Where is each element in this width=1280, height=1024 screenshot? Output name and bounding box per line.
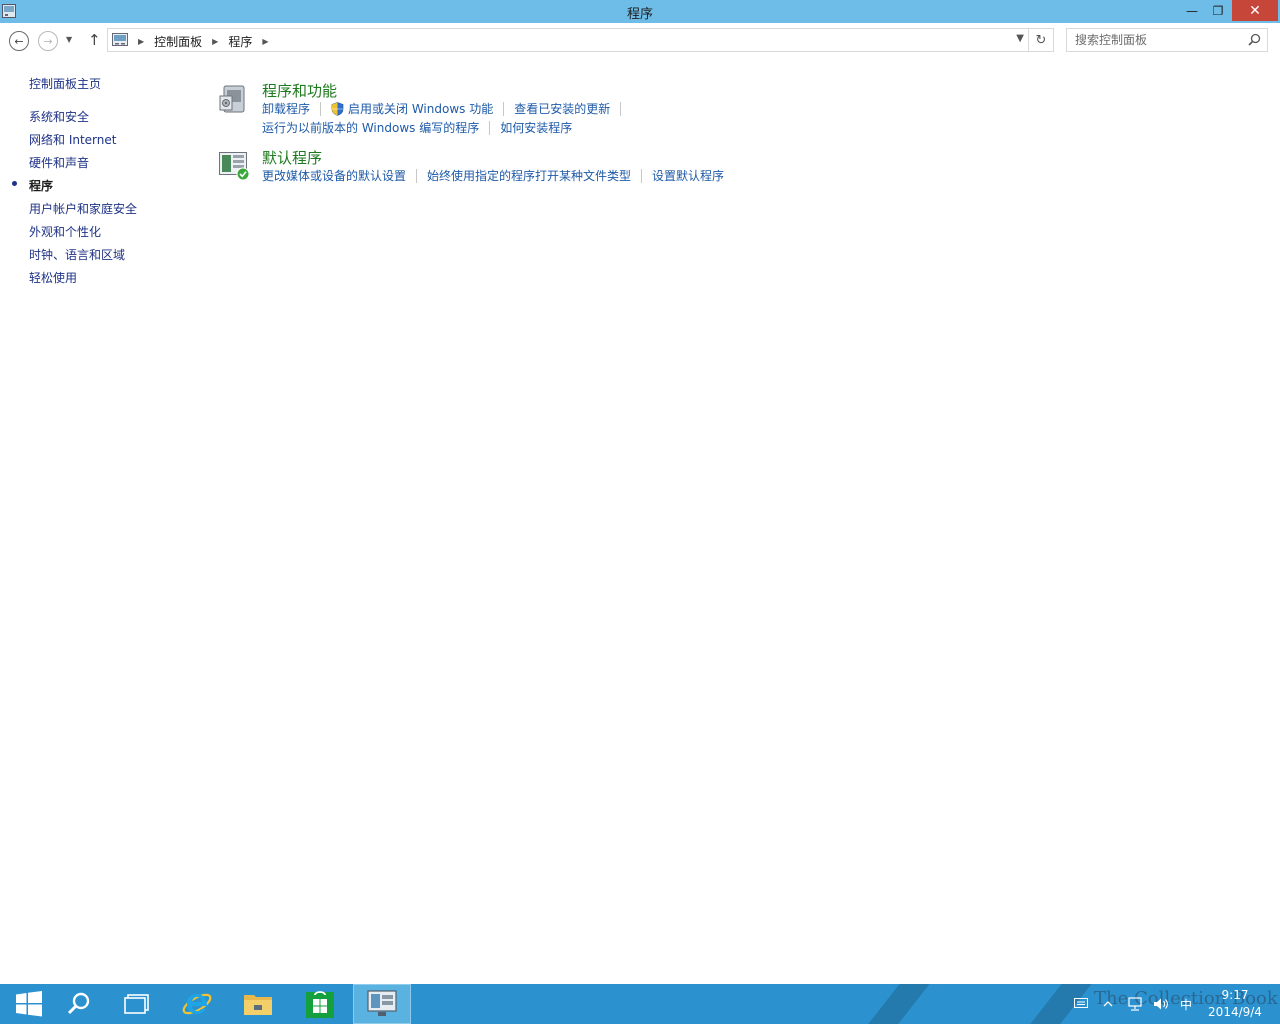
internet-explorer-icon — [182, 993, 212, 1015]
link-divider — [416, 168, 418, 183]
link-divider — [320, 101, 322, 116]
volume-button[interactable] — [1150, 984, 1172, 1024]
chevron-right-icon[interactable]: ▶ — [262, 37, 268, 46]
volume-icon — [1154, 998, 1168, 1010]
store-button[interactable] — [291, 984, 349, 1024]
taskbar: The Collection Book 中 9:17 2014/9/4 — [0, 984, 1280, 1024]
sidebar-item-hardware-sound[interactable]: 硬件和声音 — [29, 154, 89, 171]
file-association-link[interactable]: 始终使用指定的程序打开某种文件类型 — [427, 167, 631, 184]
chevron-right-icon[interactable]: ▶ — [212, 37, 218, 46]
file-explorer-button[interactable] — [229, 984, 287, 1024]
compatibility-link[interactable]: 运行为以前版本的 Windows 编写的程序 — [262, 119, 479, 136]
programs-features-links-row-2: 运行为以前版本的 Windows 编写的程序 如何安装程序 — [262, 119, 572, 136]
breadcrumb-control-panel[interactable]: 控制面板 — [154, 33, 202, 50]
clock[interactable]: 9:17 2014/9/4 — [1200, 987, 1270, 1021]
input-method-indicator[interactable]: 中 — [1176, 984, 1196, 1024]
breadcrumb-programs[interactable]: 程序 — [228, 33, 252, 50]
sidebar-item-appearance[interactable]: 外观和个性化 — [29, 223, 101, 240]
default-programs-links-row-1: 更改媒体或设备的默认设置 始终使用指定的程序打开某种文件类型 设置默认程序 — [262, 167, 724, 184]
clock-time: 9:17 — [1221, 988, 1249, 1002]
taskbar-decoration — [852, 984, 938, 1024]
search-box[interactable] — [1066, 28, 1268, 52]
navigation-bar: ← → ▼ ↑ ▶ 控制面板 ▶ 程序 ▶ ▼ ↻ — [0, 23, 1280, 59]
sidebar-item-system-security[interactable]: 系统和安全 — [29, 108, 89, 125]
refresh-button[interactable]: ↻ — [1029, 28, 1054, 52]
programs-features-links-row-1: 卸载程序 启用或关闭 Windows 功能 查看已安装的更新 — [262, 100, 631, 117]
search-icon[interactable] — [1248, 33, 1261, 46]
programs-features-icon — [219, 85, 245, 113]
action-center-icon — [1074, 998, 1088, 1008]
task-view-icon — [124, 994, 149, 1014]
forward-button[interactable]: → — [38, 31, 58, 51]
close-button[interactable]: ✕ — [1232, 0, 1278, 21]
network-button[interactable] — [1124, 984, 1146, 1024]
search-input[interactable] — [1067, 29, 1243, 51]
up-button[interactable]: ↑ — [88, 31, 101, 49]
programs-features-link[interactable]: 程序和功能 — [262, 80, 337, 101]
store-icon — [306, 991, 334, 1018]
set-default-programs-link[interactable]: 设置默认程序 — [652, 167, 724, 184]
sidebar-item-home[interactable]: 控制面板主页 — [29, 75, 101, 92]
show-hidden-icons-button[interactable] — [1098, 984, 1118, 1024]
network-icon — [1128, 997, 1142, 1011]
address-bar[interactable]: ▶ 控制面板 ▶ 程序 ▶ ▼ — [107, 28, 1029, 52]
control-panel-taskbar-button[interactable] — [353, 984, 411, 1024]
autoplay-settings-link[interactable]: 更改媒体或设备的默认设置 — [262, 167, 406, 184]
link-divider — [489, 120, 491, 135]
back-button[interactable]: ← — [9, 31, 29, 51]
window-title: 程序 — [626, 7, 653, 22]
clock-date: 2014/9/4 — [1208, 1005, 1262, 1019]
default-programs-icon — [219, 152, 250, 181]
current-item-bullet — [12, 181, 17, 186]
sidebar-item-network[interactable]: 网络和 Internet — [29, 131, 116, 148]
task-view-button[interactable] — [108, 984, 166, 1024]
uninstall-program-link[interactable]: 卸载程序 — [262, 100, 310, 117]
shield-icon — [331, 101, 344, 116]
default-programs-link[interactable]: 默认程序 — [262, 147, 322, 168]
sidebar-item-user-accounts[interactable]: 用户帐户和家庭安全 — [29, 200, 137, 217]
link-divider — [620, 101, 622, 116]
control-panel-icon — [112, 33, 128, 46]
installed-updates-link[interactable]: 查看已安装的更新 — [514, 100, 610, 117]
breadcrumb: ▶ 控制面板 ▶ 程序 ▶ — [134, 33, 279, 50]
sidebar-item-programs: 程序 — [29, 179, 54, 193]
maximize-button[interactable]: ❐ — [1206, 0, 1230, 21]
file-explorer-icon — [244, 995, 272, 1015]
link-divider — [503, 101, 505, 116]
title-bar: 程序 — ❐ ✕ — [0, 0, 1280, 23]
sidebar-item-ease-of-access[interactable]: 轻松使用 — [29, 269, 77, 286]
recent-locations-button[interactable]: ▼ — [66, 35, 72, 44]
control-panel-icon — [367, 990, 397, 1016]
link-divider — [641, 168, 643, 183]
action-center-button[interactable] — [1070, 984, 1092, 1024]
chevron-up-icon — [1103, 1001, 1113, 1007]
start-icon — [16, 991, 42, 1017]
sidebar-item-clock-language[interactable]: 时钟、语言和区域 — [29, 246, 125, 263]
chevron-right-icon[interactable]: ▶ — [138, 37, 144, 46]
search-icon — [67, 992, 90, 1015]
windows-features-link[interactable]: 启用或关闭 Windows 功能 — [348, 100, 493, 117]
search-button[interactable] — [50, 984, 108, 1024]
minimize-button[interactable]: — — [1180, 0, 1204, 21]
address-dropdown-button[interactable]: ▼ — [1016, 33, 1024, 44]
how-to-install-link[interactable]: 如何安装程序 — [500, 119, 572, 136]
internet-explorer-button[interactable] — [168, 984, 226, 1024]
